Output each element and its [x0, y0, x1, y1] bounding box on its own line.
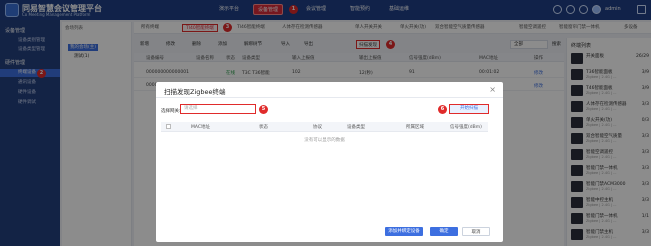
gateway-label: 选择网关:: [161, 109, 181, 114]
empty-state-text: 没有可以显示的数据: [304, 138, 345, 143]
column-header: 状态: [259, 125, 268, 130]
start-scan-button[interactable]: 开始扫描: [449, 104, 489, 114]
column-header: 所属区域: [406, 125, 424, 130]
annotation-marker: 5: [259, 105, 268, 114]
dialog-title: 扫描发现Zigbee终端: [164, 88, 226, 96]
confirm-button[interactable]: 确定: [430, 227, 458, 236]
close-icon[interactable]: ×: [489, 85, 496, 94]
column-header: MAC地址: [191, 125, 211, 130]
dialog-header: 扫描发现Zigbee终端 ×: [156, 82, 503, 98]
column-header: 信号强度(dBm): [450, 125, 482, 130]
result-table-header: MAC地址 状态 协议 设备类型 所属区域 信号强度(dBm): [161, 122, 488, 132]
scan-zigbee-dialog: 扫描发现Zigbee终端 × 选择网关: 请选择 5 6 开始扫描 MAC地址 …: [156, 82, 503, 242]
add-and-bind-button[interactable]: 添加并绑定设备: [385, 227, 423, 236]
gateway-select-input[interactable]: 请选择: [180, 104, 256, 114]
column-header: 设备类型: [347, 125, 365, 130]
annotation-marker: 6: [438, 105, 447, 114]
column-header: 协议: [313, 125, 322, 130]
cancel-button[interactable]: 取消: [462, 227, 490, 236]
select-all-checkbox[interactable]: [166, 124, 171, 129]
